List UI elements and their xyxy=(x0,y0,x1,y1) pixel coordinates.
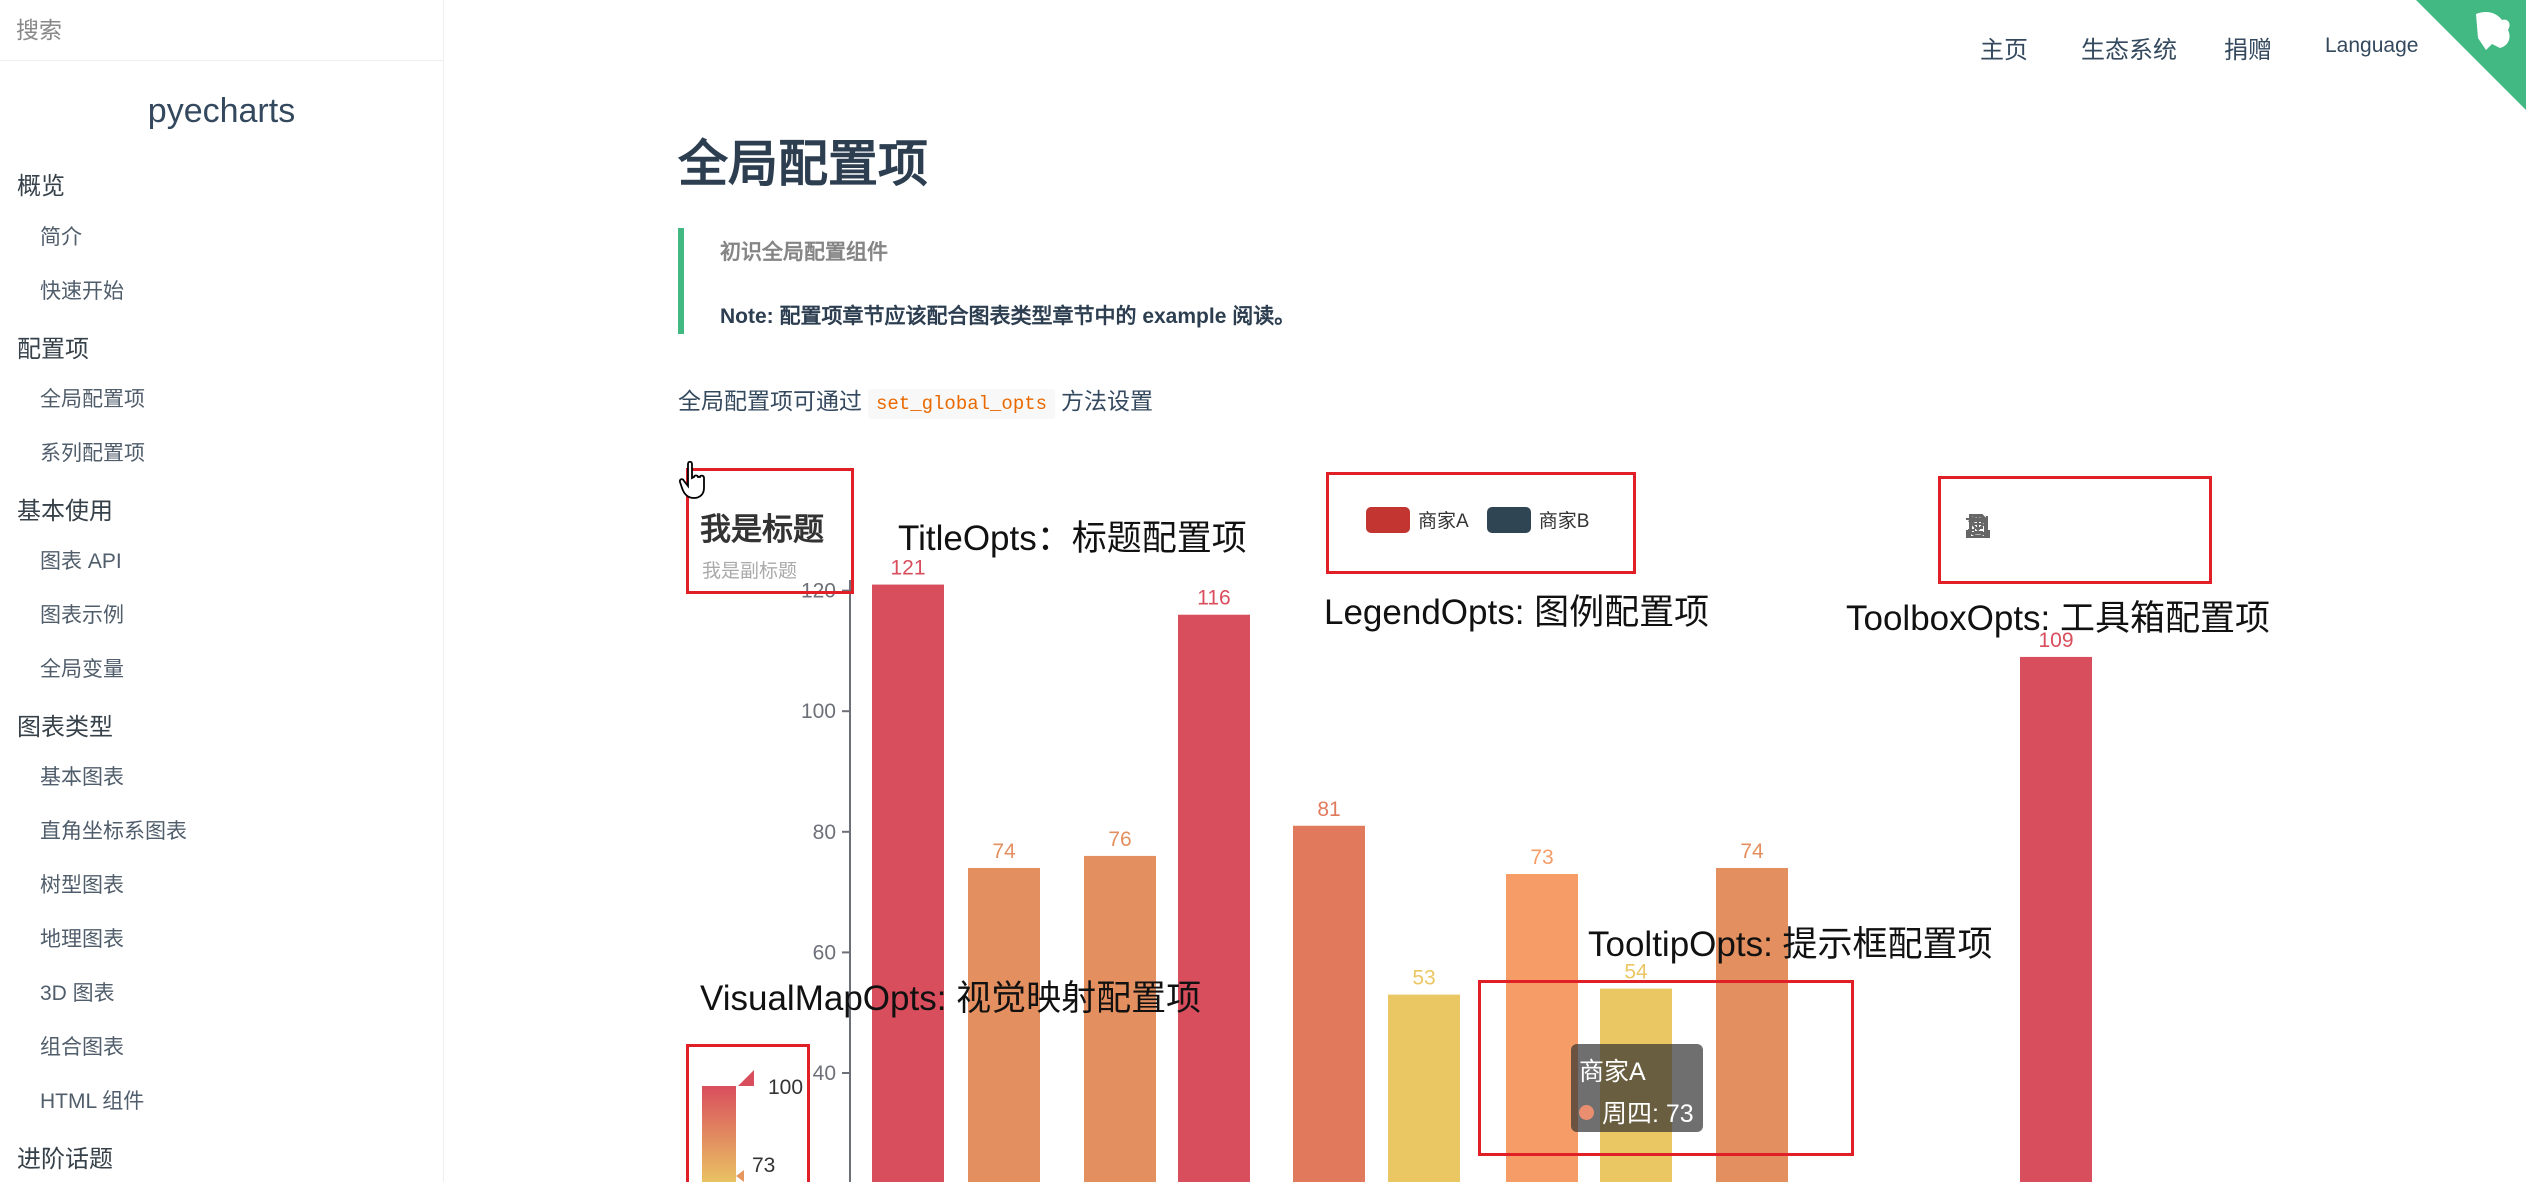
nav-ecosystem[interactable]: 生态系统 xyxy=(2081,30,2177,65)
crop-icon[interactable] xyxy=(1966,512,2141,542)
legendopts-label: LegendOpts: 图例配置项 xyxy=(1324,593,1710,632)
sidebar-item[interactable]: 树型图表 xyxy=(40,869,124,899)
sidebar-item[interactable]: 全局变量 xyxy=(40,653,124,683)
bar[interactable] xyxy=(1388,994,1460,1182)
chart-tooltip: 商家A 周四: 73 xyxy=(1571,1044,1703,1132)
bar[interactable] xyxy=(2020,656,2092,1182)
chart-toolbox xyxy=(1964,512,2209,542)
bar-value-label: 73 xyxy=(1530,846,1553,869)
bar-value-label: 81 xyxy=(1317,798,1340,821)
y-tick-label: 60 xyxy=(813,941,836,964)
tooltip-series-name: 商家A xyxy=(1579,1058,1646,1086)
page-title: 全局配置项 xyxy=(678,136,928,192)
sidebar-item[interactable]: 进阶话题 xyxy=(17,1139,113,1174)
bar[interactable] xyxy=(872,584,944,1182)
search-box xyxy=(0,0,443,61)
legend-item-a[interactable]: 商家A xyxy=(1366,506,1469,533)
sidebar-item[interactable]: 概览 xyxy=(17,166,65,201)
toolboxopts-label: ToolboxOpts: 工具箱配置项 xyxy=(1846,599,2270,638)
tooltipopts-label: TooltipOpts: 提示框配置项 xyxy=(1588,925,1993,964)
bar-value-label: 74 xyxy=(1740,840,1764,863)
nav-donate[interactable]: 捐赠 xyxy=(2224,30,2272,65)
tooltip-marker xyxy=(1579,1104,1594,1120)
sidebar-item[interactable]: 快速开始 xyxy=(40,275,124,305)
data-view-icon[interactable] xyxy=(1969,512,2092,542)
search-input[interactable] xyxy=(0,0,443,60)
sidebar-item[interactable]: 系列配置项 xyxy=(40,437,145,467)
tip-note: Note: 配置项章节应该配合图表类型章节中的 example 阅读。 xyxy=(720,305,1296,328)
intro-paragraph: 全局配置项可通过 set_global_opts 方法设置 xyxy=(678,382,1154,419)
sidebar-item[interactable]: 全局配置项 xyxy=(40,383,145,413)
sidebar-item[interactable]: 图表 API xyxy=(40,545,122,575)
legend-swatch-a xyxy=(1366,506,1410,533)
sidebar-item[interactable]: 组合图表 xyxy=(40,1031,124,1061)
sidebar-item[interactable]: 图表示例 xyxy=(40,599,124,629)
visualmap-max-label: 100 xyxy=(768,1076,804,1099)
nav-home[interactable]: 主页 xyxy=(1980,30,2028,65)
chart-legend: 商家A 商家B xyxy=(1366,506,1607,533)
y-tick-label: 40 xyxy=(813,1062,836,1085)
code-set-global-opts: set_global_opts xyxy=(868,389,1056,419)
tip-block: 初识全局配置组件 Note: 配置项章节应该配合图表类型章节中的 example… xyxy=(678,228,1678,334)
legend-label-a: 商家A xyxy=(1418,511,1469,532)
chart-subtitle: 我是副标题 xyxy=(702,561,798,582)
sidebar-item[interactable]: 3D 图表 xyxy=(40,977,115,1007)
sidebar-item[interactable]: 配置项 xyxy=(17,329,89,364)
bar[interactable] xyxy=(968,867,1040,1182)
bar-value-label: 53 xyxy=(1412,967,1435,990)
restore-icon[interactable] xyxy=(1969,512,2190,542)
tooltip-value: 周四: 73 xyxy=(1602,1100,1694,1128)
tooltip-row: 周四: 73 xyxy=(1579,1094,1695,1130)
intro-text-after: 方法设置 xyxy=(1061,388,1154,414)
sidebar-item[interactable]: 地理图表 xyxy=(40,923,124,953)
sidebar-item[interactable]: 图表类型 xyxy=(17,707,113,742)
legend-swatch-b xyxy=(1486,506,1531,533)
legend-label-b: 商家B xyxy=(1538,511,1590,532)
intro-text-before: 全局配置项可通过 xyxy=(678,388,862,414)
bar-value-label: 116 xyxy=(1197,587,1230,610)
visualmapopts-label: VisualMapOpts: 视觉映射配置项 xyxy=(700,979,1202,1018)
tip-title: 初识全局配置组件 xyxy=(720,241,888,264)
bar-value-label: 76 xyxy=(1108,828,1131,851)
bar-value-label: 74 xyxy=(992,840,1016,863)
sidebar: pyecharts 概览简介快速开始配置项全局配置项系列配置项基本使用图表 AP… xyxy=(0,0,444,1182)
y-tick-label: 100 xyxy=(801,700,836,723)
bar[interactable] xyxy=(1178,614,1250,1182)
github-corner-icon[interactable] xyxy=(2416,0,2526,110)
sidebar-item[interactable]: HTML 组件 xyxy=(40,1085,144,1115)
sidebar-item[interactable]: 简介 xyxy=(40,221,82,251)
legend-item-b[interactable]: 商家B xyxy=(1486,506,1590,533)
titleopts-label: TitleOpts：标题配置项 xyxy=(898,519,1247,558)
refresh-icon[interactable] xyxy=(1968,512,2043,542)
bar[interactable] xyxy=(1293,825,1365,1182)
app-name[interactable]: pyecharts xyxy=(0,92,443,131)
sidebar-item[interactable]: 基本使用 xyxy=(17,491,113,526)
hand-cursor-icon xyxy=(678,460,705,499)
chart-title: 我是标题 xyxy=(700,512,824,547)
sidebar-item[interactable]: 基本图表 xyxy=(40,761,124,791)
nav-language[interactable]: Language xyxy=(2325,34,2418,58)
chart-image: 120 100 80 60 40 121 74 76 116 81 53 73 54 74 109 我是标题… xyxy=(678,460,2278,1182)
y-tick-label: 80 xyxy=(813,821,836,844)
sidebar-item[interactable]: 直角坐标系图表 xyxy=(40,815,187,845)
visualmap-value-label: 73 xyxy=(752,1154,776,1177)
